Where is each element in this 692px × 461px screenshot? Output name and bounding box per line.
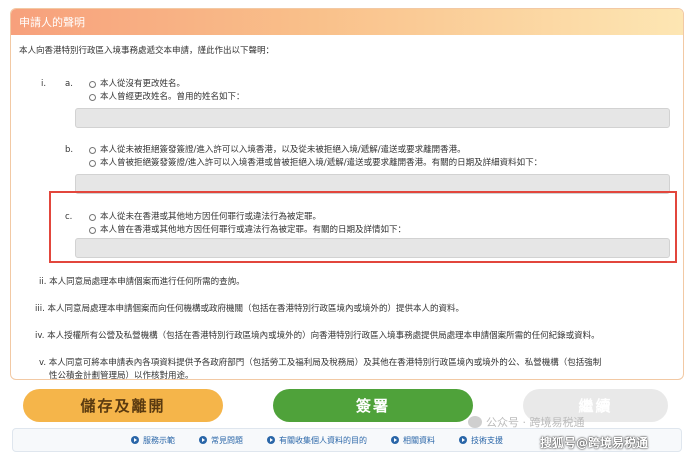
item-a-letter: a. (65, 79, 73, 89)
item-b-letter: b. (65, 145, 74, 155)
arrow-circle-icon (459, 436, 467, 444)
item-a-option-no-name-change[interactable]: 本人從沒有更改姓名。 (89, 78, 185, 90)
conviction-details-field[interactable] (75, 238, 670, 258)
option-label: 本人從未在香港或其他地方因任何罪行或違法行為被定罪。 (100, 212, 322, 222)
footer-link-related-info[interactable]: 相關資料 (391, 435, 435, 446)
footer-link-tech-support[interactable]: 技術支援 (459, 435, 503, 446)
option-label: 本人曾經更改姓名。曾用的姓名如下： (100, 92, 245, 102)
panel-title: 申請人的聲明 (19, 16, 85, 29)
footer-link-label: 技術支援 (471, 435, 503, 445)
option-label: 本人從未被拒絕簽發簽證/進入許可以入境香港，以及從未被拒絕入境/遞解/遣送或要求… (100, 145, 466, 155)
arrow-circle-icon (391, 436, 399, 444)
watermark-wechat: 公众号 · 跨境易税通 (468, 414, 585, 430)
item-b-option-never-refused[interactable]: 本人從未被拒絕簽發簽證/進入許可以入境香港，以及從未被拒絕入境/遞解/遣送或要求… (89, 144, 466, 156)
watermark-sohu: 搜狐号@跨境易税通 (540, 436, 649, 450)
radio-icon[interactable] (89, 213, 96, 221)
radio-icon[interactable] (89, 80, 96, 88)
radio-icon[interactable] (89, 93, 96, 101)
statement-iii: iii. 本人同意局處理本申請個案而向任何機構或政府機關（包括在香港特別行政區境… (35, 304, 464, 314)
footer-link-label: 常見問題 (211, 435, 243, 445)
item-c-option-convicted[interactable]: 本人曾在香港或其他地方因任何罪行或違法行為被定罪。有關的日期及詳情如下： (89, 224, 406, 236)
radio-icon[interactable] (89, 226, 96, 234)
option-label: 本人曾在香港或其他地方因任何罪行或違法行為被定罪。有關的日期及詳情如下： (100, 225, 407, 235)
intro-text: 本人向香港特別行政區入境事務處遞交本申請，謹此作出以下聲明： (19, 46, 275, 56)
arrow-circle-icon (267, 436, 275, 444)
wechat-logo-icon (468, 416, 482, 428)
item-c-option-never-convicted[interactable]: 本人從未在香港或其他地方因任何罪行或違法行為被定罪。 (89, 211, 321, 223)
option-label: 本人從沒有更改姓名。 (100, 79, 186, 89)
statement-ii: ii. 本人同意局處理本申請個案而進行任何所需的查詢。 (39, 277, 245, 287)
item-c-letter: c. (65, 212, 73, 222)
option-label: 本人曾被拒絕簽發簽證/進入許可以入境香港或曾被拒絕入境/遞解/遣送或要求離開香港… (100, 158, 543, 168)
statement-v-line2: 性公積金計劃管理局）以作核對用途。 (49, 371, 194, 380)
watermark-text: 公众号 · 跨境易税通 (486, 416, 585, 429)
radio-icon[interactable] (89, 159, 96, 167)
panel-header: 申請人的聲明 (11, 9, 683, 35)
declaration-content: 本人向香港特別行政區入境事務處遞交本申請，謹此作出以下聲明： i. a. 本人從… (11, 35, 683, 379)
footer-link-service-demo[interactable]: 服務示範 (131, 435, 175, 446)
save-and-exit-button[interactable]: 儲存及離開 (23, 389, 223, 422)
arrow-circle-icon (199, 436, 207, 444)
statement-iv: iv. 本人授權所有公營及私營機構（包括在香港特別行政區境內或境外的）向香港特別… (35, 331, 600, 341)
previous-names-field[interactable] (75, 108, 670, 128)
declaration-panel: 申請人的聲明 本人向香港特別行政區入境事務處遞交本申請，謹此作出以下聲明： i.… (10, 8, 684, 380)
footer-link-label: 服務示範 (143, 435, 175, 445)
radio-icon[interactable] (89, 146, 96, 154)
arrow-circle-icon (131, 436, 139, 444)
sign-button[interactable]: 簽署 (273, 389, 473, 422)
item-a-option-name-changed[interactable]: 本人曾經更改姓名。曾用的姓名如下： (89, 91, 245, 103)
footer-link-data-collection-purpose[interactable]: 有關收集個人資料的目的 (267, 435, 367, 446)
item-b-option-refused[interactable]: 本人曾被拒絕簽發簽證/進入許可以入境香港或曾被拒絕入境/遞解/遣送或要求離開香港… (89, 157, 542, 169)
statement-v-line1: v. 本人同意可將本申請表內各項資料提供予各政府部門（包括勞工及福利局及稅務局）… (39, 358, 602, 368)
footer-link-label: 有關收集個人資料的目的 (279, 435, 367, 445)
footer-link-faq[interactable]: 常見問題 (199, 435, 243, 446)
section-numeral-i: i. (41, 79, 47, 89)
footer-link-label: 相關資料 (403, 435, 435, 445)
